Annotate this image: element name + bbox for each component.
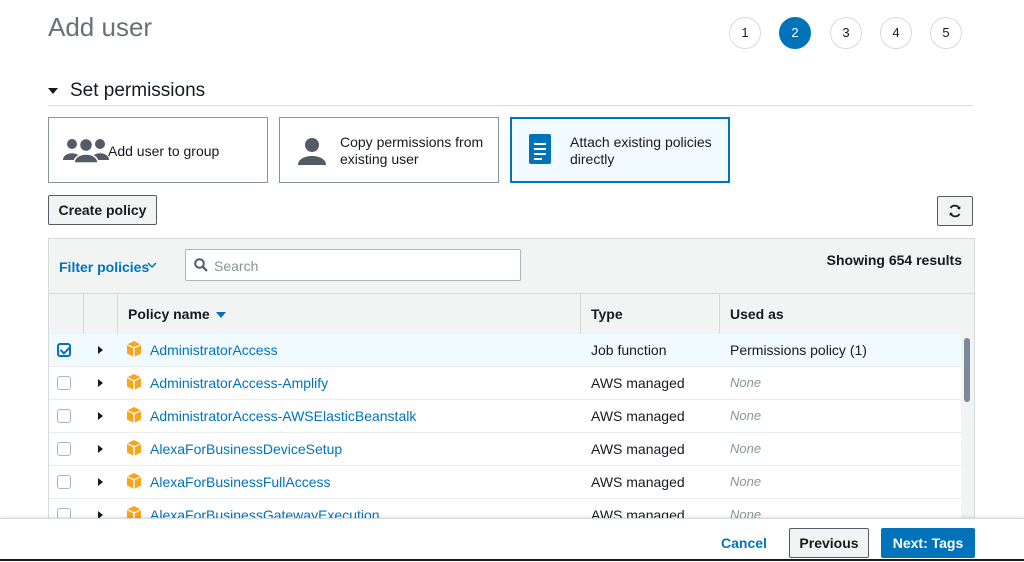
policy-name-link[interactable]: AdministratorAccess-AWSElasticBeanstalk <box>150 400 416 432</box>
chevron-down-icon <box>147 262 157 269</box>
policy-cube-icon <box>126 440 142 456</box>
previous-button[interactable]: Previous <box>789 528 869 558</box>
expand-icon[interactable] <box>98 445 103 453</box>
policy-cube-icon <box>126 407 142 423</box>
document-icon <box>529 134 551 164</box>
table-row[interactable]: AlexaForBusinessDeviceSetup AWS managed … <box>49 433 961 466</box>
option-group-label: Add user to group <box>108 143 220 159</box>
group-icon <box>63 137 109 163</box>
header-policy-name-label: Policy name <box>128 306 210 322</box>
option-copy-line1: Copy permissions from <box>340 134 484 150</box>
header-select <box>49 294 83 334</box>
table-header: Policy name Type Used as <box>49 293 974 335</box>
next-tags-button[interactable]: Next: Tags <box>881 528 975 558</box>
row-checkbox[interactable] <box>57 475 71 489</box>
policy-name-link[interactable]: AdministratorAccess <box>150 334 278 366</box>
step-2[interactable]: 2 <box>779 17 811 49</box>
results-count: Showing 654 results <box>826 252 962 268</box>
expand-icon[interactable] <box>98 478 103 486</box>
table-row[interactable]: AdministratorAccess Job function Permiss… <box>49 334 961 367</box>
policy-cube-icon <box>126 341 142 357</box>
policy-type: AWS managed <box>591 375 685 391</box>
step-3[interactable]: 3 <box>830 17 862 49</box>
policy-used-as: None <box>730 375 762 390</box>
search-input[interactable] <box>212 250 516 282</box>
policies-table: Filter policies Showing 654 results Poli… <box>48 238 975 529</box>
expand-icon[interactable] <box>98 412 103 420</box>
header-type-label: Type <box>591 306 623 322</box>
page-title: Add user <box>48 12 153 42</box>
header-used-as-label: Used as <box>730 306 784 322</box>
header-used-as[interactable]: Used as <box>719 294 974 334</box>
option-copy-permissions[interactable]: Copy permissions from existing user <box>279 117 499 183</box>
table-body: AdministratorAccess Job function Permiss… <box>49 334 961 529</box>
step-5[interactable]: 5 <box>930 17 962 49</box>
cancel-button[interactable]: Cancel <box>721 535 767 551</box>
policy-type: AWS managed <box>591 441 685 457</box>
refresh-icon <box>949 204 961 218</box>
section-title: Set permissions <box>70 80 206 101</box>
policy-cube-icon <box>126 473 142 489</box>
scrollbar-thumb[interactable] <box>964 338 970 402</box>
policy-cube-icon <box>126 374 142 390</box>
set-permissions-section[interactable]: Set permissions <box>48 80 973 106</box>
refresh-button[interactable] <box>937 196 973 226</box>
option-add-user-to-group[interactable]: Add user to group <box>48 117 268 183</box>
expand-icon[interactable] <box>98 379 103 387</box>
policy-used-as: Permissions policy (1) <box>730 342 867 358</box>
policy-name-link[interactable]: AdministratorAccess-Amplify <box>150 367 328 399</box>
table-row[interactable]: AdministratorAccess-Amplify AWS managed … <box>49 367 961 400</box>
caret-down-icon <box>48 88 58 94</box>
sort-desc-icon <box>215 312 226 319</box>
row-checkbox[interactable] <box>57 376 71 390</box>
row-checkbox[interactable] <box>57 343 71 357</box>
policy-type: Job function <box>591 342 667 358</box>
header-policy-name[interactable]: Policy name <box>117 294 580 334</box>
policy-used-as: None <box>730 441 762 456</box>
table-row[interactable]: AdministratorAccess-AWSElasticBeanstalk … <box>49 400 961 433</box>
expand-icon[interactable] <box>98 346 103 354</box>
filter-bar: Filter policies Showing 654 results <box>49 239 974 293</box>
policy-name-link[interactable]: AlexaForBusinessDeviceSetup <box>150 433 342 465</box>
search-box <box>185 249 521 282</box>
search-icon <box>194 258 208 272</box>
policy-type: AWS managed <box>591 474 685 490</box>
header-type[interactable]: Type <box>580 294 719 334</box>
policy-used-as: None <box>730 408 762 423</box>
step-4[interactable]: 4 <box>880 17 912 49</box>
wizard-footer: Cancel Previous Next: Tags <box>0 518 1024 562</box>
header-expand <box>83 294 117 334</box>
table-scrollbar[interactable] <box>961 334 974 529</box>
table-row[interactable]: AlexaForBusinessFullAccess AWS managed N… <box>49 466 961 499</box>
policy-type: AWS managed <box>591 408 685 424</box>
step-1[interactable]: 1 <box>729 17 761 49</box>
option-attach-line1: Attach existing policies <box>570 134 712 150</box>
filter-policies-dropdown[interactable]: Filter policies <box>59 259 149 275</box>
option-attach-line2: directly <box>570 151 615 167</box>
policy-used-as: None <box>730 474 762 489</box>
create-policy-button[interactable]: Create policy <box>48 195 157 225</box>
row-checkbox[interactable] <box>57 409 71 423</box>
user-icon <box>298 138 326 165</box>
option-copy-line2: existing user <box>340 151 419 167</box>
policy-name-link[interactable]: AlexaForBusinessFullAccess <box>150 466 331 498</box>
option-attach-policies[interactable]: Attach existing policies directly <box>510 117 730 183</box>
row-checkbox[interactable] <box>57 442 71 456</box>
